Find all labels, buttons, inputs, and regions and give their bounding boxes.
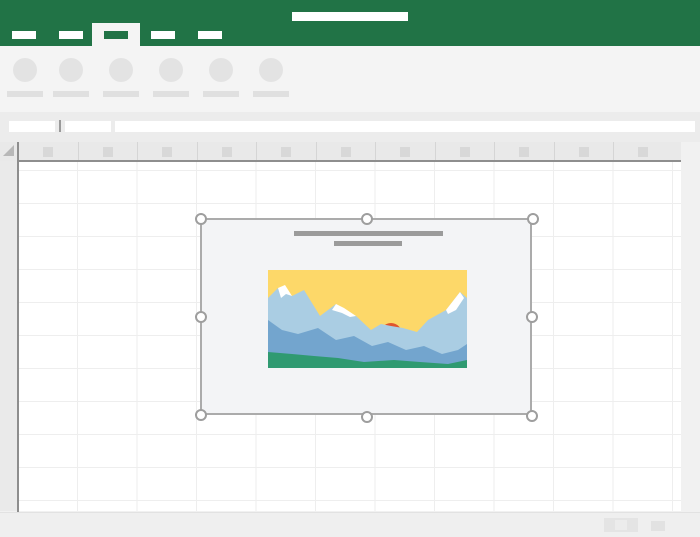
ribbon-button-3[interactable] [103, 46, 143, 112]
chart-subtitle [334, 241, 402, 246]
column-label-marker [222, 147, 232, 157]
placeholder-circle-icon [59, 58, 83, 82]
placeholder-circle-icon [109, 58, 133, 82]
ribbon-button-label [53, 91, 89, 97]
ribbon-tab-5[interactable] [186, 23, 234, 46]
normal-view-icon[interactable] [604, 518, 638, 532]
ribbon-button-label [7, 91, 43, 97]
row-header-column[interactable] [0, 161, 18, 511]
ribbon-button-1[interactable] [7, 46, 47, 112]
ribbon [0, 46, 700, 112]
column-header[interactable] [18, 142, 78, 161]
formula-bar-divider [59, 120, 61, 132]
resize-handle-top-left[interactable] [195, 213, 207, 225]
column-header[interactable] [256, 142, 316, 161]
status-bar [0, 512, 700, 537]
resize-handle-bottom-left[interactable] [195, 409, 207, 421]
column-header[interactable] [316, 142, 375, 161]
window-title [292, 12, 408, 21]
ribbon-tab-3-active[interactable] [92, 23, 140, 46]
tab-label [151, 31, 175, 39]
select-all-triangle-icon[interactable] [3, 145, 14, 156]
ribbon-button-label [103, 91, 139, 97]
placeholder-circle-icon [159, 58, 183, 82]
ribbon-button-label [153, 91, 189, 97]
column-header[interactable] [197, 142, 256, 161]
tab-label [59, 31, 83, 39]
column-header[interactable] [494, 142, 554, 161]
ribbon-button-4[interactable] [153, 46, 193, 112]
resize-handle-bottom-right[interactable] [526, 410, 538, 422]
landscape-picture-icon [268, 270, 467, 368]
ribbon-tab-1[interactable] [0, 23, 48, 46]
column-label-marker [400, 147, 410, 157]
ribbon-tab-4[interactable] [139, 23, 187, 46]
column-label-marker [460, 147, 470, 157]
column-label-marker [43, 147, 53, 157]
embedded-chart-object[interactable] [200, 218, 532, 415]
column-header[interactable] [435, 142, 494, 161]
column-header-row [0, 142, 681, 161]
formula-input[interactable] [115, 121, 695, 132]
column-label-marker [519, 147, 529, 157]
tab-label [12, 31, 36, 39]
column-header[interactable] [137, 142, 197, 161]
column-header-divider [18, 160, 681, 162]
name-box[interactable] [9, 121, 55, 132]
resize-handle-bottom[interactable] [361, 411, 373, 423]
chart-title [294, 231, 443, 236]
ribbon-tab-2[interactable] [47, 23, 95, 46]
resize-handle-top-right[interactable] [527, 213, 539, 225]
column-header[interactable] [554, 142, 613, 161]
placeholder-circle-icon [259, 58, 283, 82]
ribbon-button-label [253, 91, 289, 97]
tab-label [198, 31, 222, 39]
column-header[interactable] [613, 142, 681, 161]
formula-bar [0, 112, 700, 142]
ribbon-button-5[interactable] [203, 46, 243, 112]
placeholder-circle-icon [209, 58, 233, 82]
column-header[interactable] [78, 142, 137, 161]
resize-handle-top[interactable] [361, 213, 373, 225]
ribbon-button-2[interactable] [53, 46, 93, 112]
resize-handle-left[interactable] [195, 311, 207, 323]
column-label-marker [162, 147, 172, 157]
ribbon-button-label [203, 91, 239, 97]
resize-handle-right[interactable] [526, 311, 538, 323]
row-header-divider [17, 142, 19, 512]
title-bar [0, 0, 700, 46]
column-header[interactable] [375, 142, 435, 161]
column-label-marker [281, 147, 291, 157]
tab-label [104, 31, 128, 39]
column-label-marker [638, 147, 648, 157]
column-label-marker [579, 147, 589, 157]
function-box[interactable] [65, 121, 111, 132]
page-layout-icon[interactable] [651, 521, 665, 531]
normal-view-glyph [615, 520, 627, 530]
column-label-marker [341, 147, 351, 157]
vertical-scroll-area[interactable] [681, 142, 700, 512]
column-label-marker [103, 147, 113, 157]
ribbon-button-6[interactable] [253, 46, 293, 112]
placeholder-circle-icon [13, 58, 37, 82]
